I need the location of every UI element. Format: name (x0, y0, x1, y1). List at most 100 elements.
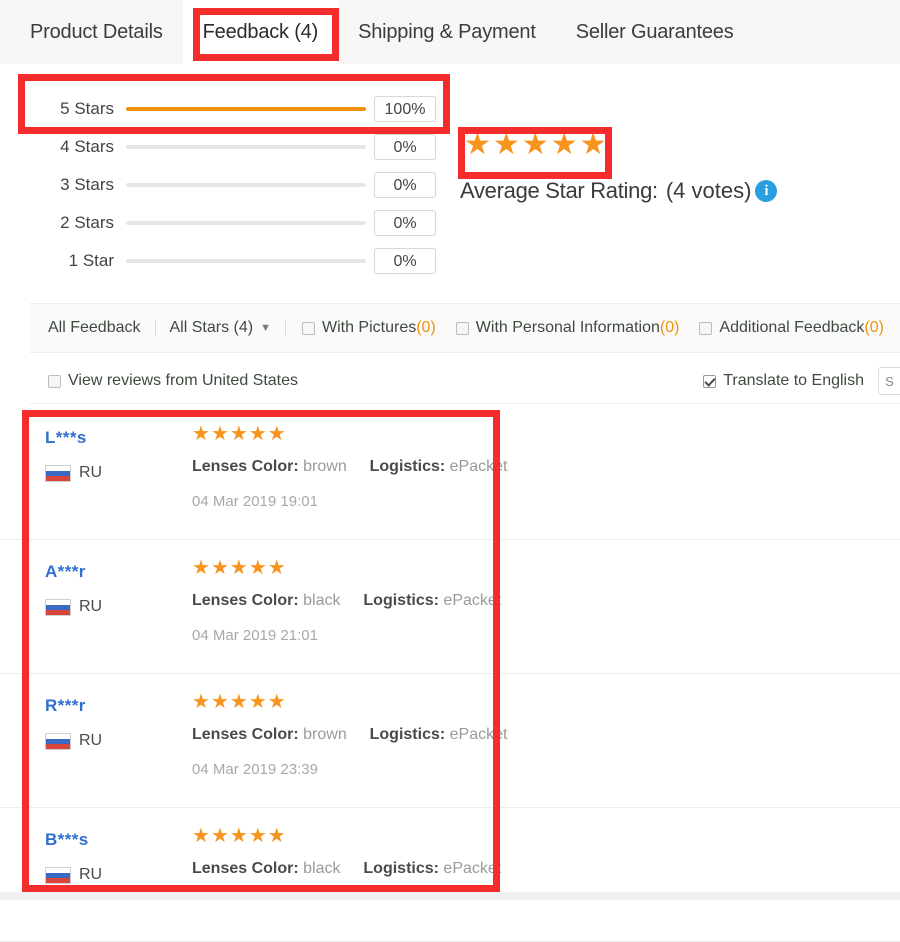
checkbox-additional-feedback[interactable] (699, 321, 713, 335)
review-body: ★ ★ ★ ★ ★ Lenses Color: black Logistics: ePa… (192, 826, 501, 895)
votes-count-label: (4 votes) (665, 178, 752, 203)
rating-bar-label: 1 Star (68, 251, 114, 270)
star-icon: ★ (248, 691, 267, 713)
tab-product-details[interactable]: Product Details (10, 0, 183, 64)
star-icon: ★ (464, 128, 491, 161)
review-body: ★ ★ ★ ★ ★ Lenses Color: brown Logistics: ePa… (192, 424, 507, 510)
rating-bar-track (126, 107, 366, 111)
star-icon: ★ (210, 691, 229, 713)
filter-with-personal-information-label: With Personal Information (475, 319, 660, 336)
average-rating-block: ★ ★ ★ ★ ★ Average Star Rating: (4 votes) i (458, 126, 858, 204)
average-star-icons: ★ ★ ★ ★ ★ (458, 126, 612, 162)
review-date: 04 Mar 2019 21:01 (192, 627, 318, 644)
star-icon: ★ (248, 825, 267, 847)
review-country: RU (45, 464, 175, 482)
review-user-block: R***r RU (45, 696, 175, 750)
filter-all-stars-dropdown[interactable]: All Stars (4) ▼ (170, 319, 271, 337)
star-icon: ★ (492, 128, 520, 161)
review-username[interactable]: R***r (45, 696, 175, 716)
feedback-page: Product Details Feedback (4) Shipping & … (0, 0, 900, 942)
star-icon: ★ (192, 825, 210, 847)
rating-bar-percent: 0% (374, 172, 436, 198)
flag-icon-ru (45, 732, 71, 750)
review-country: RU (45, 866, 175, 884)
review-attr2-key: Logistics: (369, 458, 446, 475)
star-icon: ★ (210, 825, 229, 847)
review-attributes: Lenses Color: black Logistics: ePacket (192, 592, 501, 610)
review-country: RU (45, 598, 175, 616)
star-icon: ★ (521, 128, 549, 161)
review-attr1-key: Lenses Color: (192, 860, 299, 877)
reviews-list: L***s RU ★ ★ ★ ★ ★ Lenses Color: brown Logis… (0, 406, 900, 942)
review-star-icons: ★ ★ ★ ★ ★ (192, 558, 501, 578)
review-attributes: Lenses Color: brown Logistics: ePacket (192, 726, 507, 744)
review-attr1-key: Lenses Color: (192, 458, 299, 475)
average-rating-text-row: Average Star Rating: (4 votes) i (460, 178, 858, 204)
review-date: 04 Mar 2019 23:39 (192, 761, 318, 778)
review-attr1-value: black (303, 592, 341, 609)
filter-all-stars-label: All Stars (4) (169, 319, 254, 336)
chevron-down-icon: ▼ (260, 322, 271, 334)
rating-bar-track (126, 259, 366, 263)
review-username[interactable]: L***s (45, 428, 175, 448)
star-icon: ★ (550, 128, 578, 161)
rating-bar-label: 3 Stars (60, 175, 114, 194)
review-item: L***s RU ★ ★ ★ ★ ★ Lenses Color: brown Logis… (0, 406, 900, 540)
star-icon: ★ (210, 423, 229, 445)
product-tabbar: Product Details Feedback (4) Shipping & … (0, 0, 900, 65)
checkbox-view-reviews-country[interactable] (48, 374, 61, 388)
tab-feedback[interactable]: Feedback (4) (182, 0, 339, 64)
star-icon: ★ (229, 825, 248, 847)
review-country-code: RU (79, 598, 103, 615)
star-icon: ★ (229, 557, 248, 579)
review-item: R***r RU ★ ★ ★ ★ ★ Lenses Color: brown Logis… (0, 674, 900, 808)
review-user-block: A***r RU (45, 562, 175, 616)
checkbox-with-pictures[interactable] (301, 321, 315, 335)
checkbox-translate-to-english[interactable] (703, 374, 717, 388)
view-reviews-country-label: View reviews from United States (68, 372, 299, 389)
filter-additional-feedback[interactable]: Additional Feedback (0) (699, 319, 884, 337)
rating-summary: 5 Stars 100% 4 Stars 0% 3 Stars 0% 2 Sta… (0, 64, 900, 290)
filter-with-pictures-count: (0) (416, 319, 436, 336)
filter-with-personal-information[interactable]: With Personal Information (0) (455, 319, 679, 337)
filter-with-pictures[interactable]: With Pictures (0) (301, 319, 436, 337)
view-reviews-from-country-option[interactable]: View reviews from United States (48, 372, 298, 390)
star-icon: ★ (248, 557, 267, 579)
review-body: ★ ★ ★ ★ ★ Lenses Color: brown Logistics: ePa… (192, 692, 507, 778)
review-user-block: B***s RU (45, 830, 175, 884)
flag-icon-ru (45, 866, 71, 884)
rating-bar-track (126, 183, 366, 187)
star-icon: ★ (192, 557, 210, 579)
rating-bar-fill (126, 107, 366, 111)
filter-with-pictures-label: With Pictures (321, 319, 417, 336)
tab-shipping-payment[interactable]: Shipping & Payment (338, 0, 556, 64)
review-attr1-value: brown (303, 458, 347, 475)
bottom-strip (0, 892, 900, 900)
checkbox-with-personal-information[interactable] (455, 321, 469, 335)
rating-bar-label: 2 Stars (60, 213, 114, 232)
review-country-code: RU (79, 732, 103, 749)
flag-icon-ru (45, 598, 71, 616)
review-body: ★ ★ ★ ★ ★ Lenses Color: black Logistics: ePa… (192, 558, 501, 644)
review-attr2-value: ePacket (449, 458, 508, 475)
review-date: 04 Mar 2019 19:01 (192, 493, 318, 510)
filter-divider (154, 319, 156, 337)
star-icon: ★ (229, 691, 248, 713)
tab-seller-guarantees[interactable]: Seller Guarantees (556, 0, 754, 64)
review-username[interactable]: A***r (45, 562, 175, 582)
star-icon: ★ (248, 423, 267, 445)
review-star-icons: ★ ★ ★ ★ ★ (192, 692, 507, 712)
sort-dropdown-cutoff[interactable]: S (878, 367, 900, 395)
review-item: B***s RU ★ ★ ★ ★ ★ Lenses Color: black Logis… (0, 808, 900, 942)
feedback-filter-bar: All Feedback All Stars (4) ▼ With Pictur… (30, 303, 900, 353)
filter-all-feedback[interactable]: All Feedback (48, 319, 141, 337)
rating-bar-percent: 100% (374, 96, 436, 122)
review-star-icons: ★ ★ ★ ★ ★ (192, 424, 507, 444)
info-icon[interactable]: i (755, 180, 778, 202)
review-username[interactable]: B***s (45, 830, 175, 850)
review-attr2-key: Logistics: (369, 726, 446, 743)
review-attr1-value: black (303, 860, 341, 877)
star-icon: ★ (229, 423, 248, 445)
filter-additional-feedback-label: Additional Feedback (719, 319, 865, 336)
translate-to-english-label: Translate to English (723, 372, 864, 389)
